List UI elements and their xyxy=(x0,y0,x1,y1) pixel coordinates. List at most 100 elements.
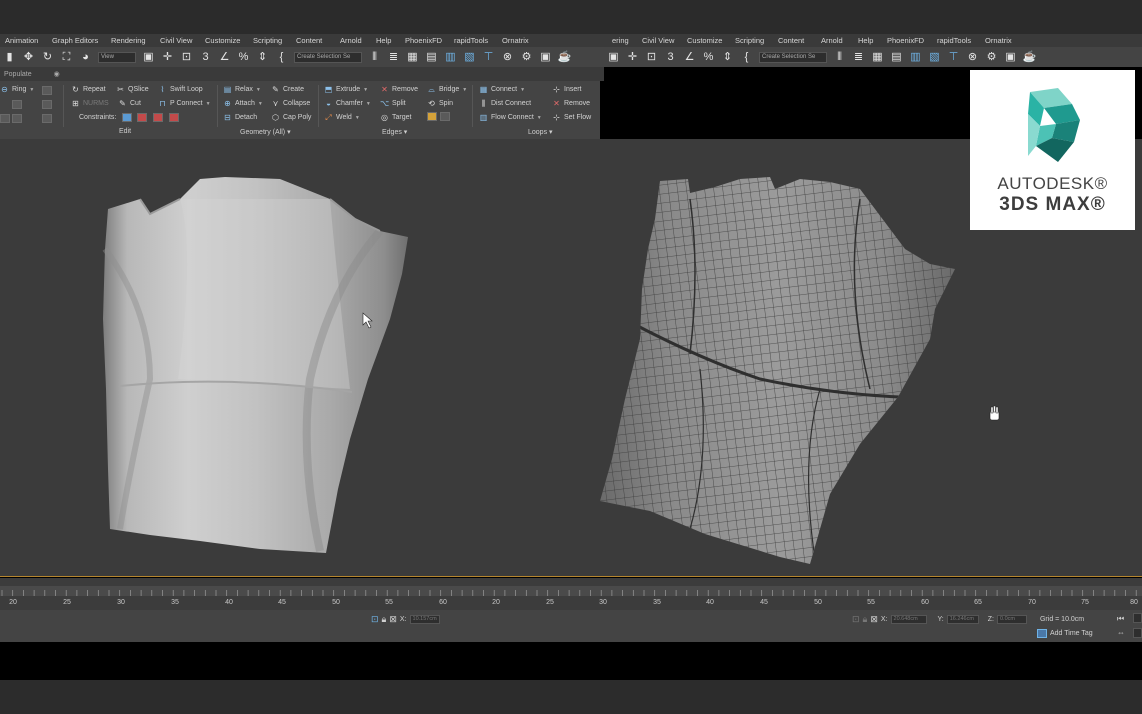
timeline-track[interactable]: 20 25 30 35 40 45 50 55 60 20 25 30 35 4… xyxy=(0,578,1142,610)
material-editor-icon[interactable]: ⊗ xyxy=(966,51,979,64)
percent-snap-icon[interactable]: % xyxy=(237,51,250,64)
menu-animation[interactable]: Animation xyxy=(5,36,38,45)
split-button[interactable]: ⌥ Split xyxy=(380,99,406,108)
menu-graph-editors[interactable]: Graph Editors xyxy=(52,36,98,45)
qslice-button[interactable]: ✂ QSlice xyxy=(116,85,148,94)
flow-connect-button[interactable]: ▥ Flow Connect ▼ xyxy=(479,113,542,122)
render-icon[interactable]: ☕ xyxy=(1023,51,1037,64)
cut-button[interactable]: ✎ Cut xyxy=(118,99,141,108)
lock-icon[interactable]: 🔒︎ xyxy=(382,614,387,625)
menu-customize[interactable]: Customize xyxy=(205,36,240,45)
align-icon[interactable]: ≣ xyxy=(387,51,400,64)
absolute-mode-icon[interactable]: ⊠ xyxy=(389,614,397,625)
place-icon[interactable]: ◕ xyxy=(79,51,92,64)
panel-label-edges[interactable]: Edges ▾ xyxy=(382,128,407,136)
cap-poly-button[interactable]: ⬡ Cap Poly xyxy=(271,113,311,122)
selection-lock-icon[interactable]: ⊡ xyxy=(371,614,379,625)
panel-label-loops[interactable]: Loops ▾ xyxy=(528,128,553,136)
named-selection-dropdown[interactable]: Create Selection Se xyxy=(294,51,362,63)
p-connect-button[interactable]: ⊓ P Connect ▼ xyxy=(158,99,210,108)
swift-loop-button[interactable]: ⌇ Swift Loop xyxy=(158,85,203,94)
menu-content[interactable]: Content xyxy=(778,36,804,45)
remove-loop-button[interactable]: ✕ Remove xyxy=(552,99,590,108)
move-icon[interactable]: ✥ xyxy=(22,51,35,64)
stack-toggle-icon[interactable] xyxy=(42,114,52,123)
collapse-button[interactable]: ⋎ Collapse xyxy=(271,99,311,108)
menu-arnold[interactable]: Arnold xyxy=(340,36,362,45)
set-flow-button[interactable]: ⊹ Set Flow xyxy=(552,113,591,122)
schematic-view-icon[interactable]: ⊤ xyxy=(482,51,495,64)
edit-named-selection-icon[interactable]: { xyxy=(275,51,288,64)
scene-explorer-icon[interactable]: ▦ xyxy=(406,51,419,64)
angle-snap-icon[interactable]: ∠ xyxy=(683,51,696,64)
stack-icon[interactable] xyxy=(42,86,52,95)
menu-scripting[interactable]: Scripting xyxy=(735,36,764,45)
mirror-icon[interactable]: ⫴ xyxy=(368,51,381,64)
layer-explorer-icon[interactable]: ▤ xyxy=(425,51,438,64)
scale-icon[interactable]: ⛶ xyxy=(60,51,73,64)
menu-arnold[interactable]: Arnold xyxy=(821,36,843,45)
chamfer-button[interactable]: ◒ Chamfer ▼ xyxy=(324,99,371,108)
menu-help[interactable]: Help xyxy=(376,36,391,45)
extrude-button[interactable]: ⬒ Extrude ▼ xyxy=(324,85,368,94)
render-icon[interactable]: ☕ xyxy=(558,51,572,64)
eye-icon[interactable]: ◉ xyxy=(54,70,60,78)
snap-3d-icon[interactable]: 3 xyxy=(199,51,212,64)
add-time-tag[interactable]: Add Time Tag xyxy=(1037,629,1093,638)
snap-3d-icon[interactable]: 3 xyxy=(664,51,677,64)
schematic-view-icon[interactable]: ⊤ xyxy=(947,51,960,64)
menu-rapidtools[interactable]: rapidTools xyxy=(937,36,971,45)
edge-spinner-icon[interactable] xyxy=(440,112,450,121)
menu-phoenixfd[interactable]: PhoenixFD xyxy=(887,36,924,45)
menu-rapidtools[interactable]: rapidTools xyxy=(454,36,488,45)
render-frame-icon[interactable]: ▣ xyxy=(539,51,552,64)
constraint-edge-icon[interactable] xyxy=(137,113,147,122)
grow-select-icon[interactable] xyxy=(12,114,22,123)
stack-level-icon[interactable] xyxy=(42,100,52,109)
edit-named-selection-icon[interactable]: { xyxy=(740,51,753,64)
reference-coord-dropdown[interactable]: View xyxy=(98,51,136,63)
x-coordinate-field[interactable]: 10.157cm xyxy=(409,615,440,624)
panel-label-edit[interactable]: Edit xyxy=(119,128,131,135)
constraint-none-icon[interactable] xyxy=(122,113,132,122)
spinner-snap-icon[interactable]: ⇕ xyxy=(256,51,269,64)
weld-button[interactable]: ⤢ Weld ▼ xyxy=(324,113,359,122)
constraint-face-icon[interactable] xyxy=(153,113,163,122)
rotate-icon[interactable]: ↻ xyxy=(41,51,54,64)
mirror-icon[interactable]: ⫴ xyxy=(833,51,846,64)
relax-button[interactable]: ▤ Relax ▼ xyxy=(223,85,261,94)
render-setup-icon[interactable]: ⚙ xyxy=(520,51,533,64)
selection-lock-icon[interactable]: ⊡ xyxy=(852,614,860,625)
menu-ornatrix[interactable]: Ornatrix xyxy=(985,36,1012,45)
menu-rendering[interactable]: Rendering xyxy=(111,36,146,45)
ring-button[interactable]: ⊖ Ring ▼ xyxy=(0,85,34,94)
attach-button[interactable]: ⊕ Attach ▼ xyxy=(223,99,263,108)
x-coordinate-field[interactable]: 20.648cm xyxy=(890,615,927,624)
insert-loop-button[interactable]: ⊹ Insert xyxy=(552,85,581,94)
layer-explorer-icon[interactable]: ▤ xyxy=(890,51,903,64)
menu-phoenixfd[interactable]: PhoenixFD xyxy=(405,36,442,45)
named-selection-dropdown[interactable]: Create Selection Se xyxy=(759,51,827,63)
repeat-button[interactable]: ↻ Repeat xyxy=(71,85,105,94)
edge-settings-icon[interactable] xyxy=(427,112,437,121)
y-coordinate-field[interactable]: 16.246cm xyxy=(946,615,979,624)
connect-button[interactable]: ▦ Connect ▼ xyxy=(479,85,525,94)
detach-button[interactable]: ⊟ Detach xyxy=(223,113,257,122)
keyboard-shortcut-icon[interactable]: ⊡ xyxy=(645,51,658,64)
ribbon-toggle-icon[interactable]: ▥ xyxy=(909,51,922,64)
scene-explorer-icon[interactable]: ▦ xyxy=(871,51,884,64)
panel-label-geometry[interactable]: Geometry (All) ▾ xyxy=(240,128,291,136)
z-coordinate-field[interactable]: 0.0cm xyxy=(996,615,1027,624)
lock-icon[interactable]: 🔒︎ xyxy=(863,614,868,625)
align-icon[interactable]: ≣ xyxy=(852,51,865,64)
spinner-snap-icon[interactable]: ⇕ xyxy=(721,51,734,64)
menu-civil-view[interactable]: Civil View xyxy=(642,36,674,45)
select-manipulate-icon[interactable]: ✛ xyxy=(161,51,174,64)
render-setup-icon[interactable]: ⚙ xyxy=(985,51,998,64)
menu-scripting[interactable]: Scripting xyxy=(253,36,282,45)
loop-mode-icon[interactable] xyxy=(12,100,22,109)
go-to-start-icon[interactable]: ⏮ xyxy=(1117,614,1124,624)
absolute-mode-icon[interactable]: ⊠ xyxy=(870,614,878,625)
pivot-icon[interactable]: ▣ xyxy=(607,51,620,64)
render-frame-icon[interactable]: ▣ xyxy=(1004,51,1017,64)
